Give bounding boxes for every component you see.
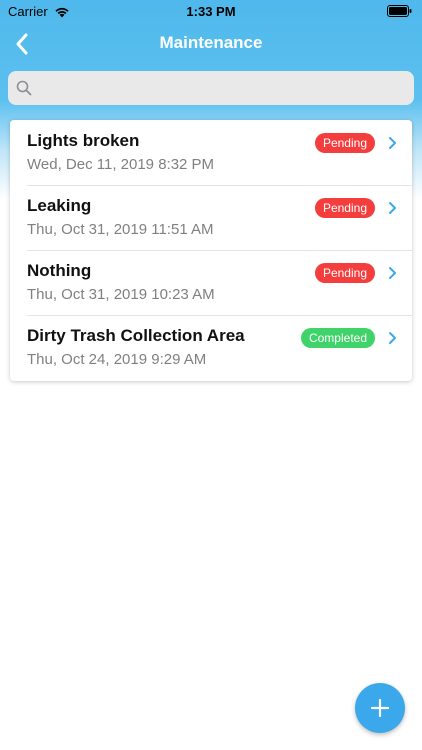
request-date: Thu, Oct 31, 2019 10:23 AM: [27, 286, 215, 303]
status-badge: Pending: [314, 133, 375, 153]
list-item[interactable]: Leaking Thu, Oct 31, 2019 11:51 AM Pendi…: [10, 185, 412, 250]
search-input[interactable]: [38, 71, 414, 105]
status-badge: Pending: [314, 198, 375, 218]
request-title: Lights broken: [27, 131, 140, 150]
chevron-right-icon: [389, 137, 396, 149]
battery-icon: [387, 5, 412, 17]
request-date: Thu, Oct 31, 2019 11:51 AM: [27, 221, 214, 238]
chevron-right-icon: [389, 332, 396, 344]
search-field[interactable]: [8, 71, 414, 105]
request-date: Thu, Oct 24, 2019 9:29 AM: [27, 351, 207, 368]
status-badge: Pending: [314, 263, 375, 283]
status-bar: Carrier 1:33 PM: [0, 0, 422, 22]
search-bar: [8, 71, 414, 105]
request-date: Wed, Dec 11, 2019 8:32 PM: [27, 156, 215, 173]
page-title: Maintenance: [159, 33, 263, 52]
request-title: Leaking: [27, 196, 92, 215]
request-title: Nothing: [27, 261, 92, 280]
add-request-button[interactable]: [355, 683, 405, 733]
list-item[interactable]: Lights broken Wed, Dec 11, 2019 8:32 PM …: [10, 120, 412, 185]
list-item[interactable]: Dirty Trash Collection Area Thu, Oct 24,…: [10, 315, 412, 380]
chevron-right-icon: [389, 202, 396, 214]
request-title: Dirty Trash Collection Area: [27, 326, 245, 345]
list-item[interactable]: Nothing Thu, Oct 31, 2019 10:23 AM Pendi…: [10, 250, 412, 315]
navigation-bar: Maintenance: [0, 22, 422, 66]
search-icon: [16, 80, 32, 96]
status-time: 1:33 PM: [186, 4, 236, 19]
chevron-right-icon: [389, 267, 396, 279]
status-badge: Completed: [300, 328, 375, 348]
maintenance-request-list: Lights broken Wed, Dec 11, 2019 8:32 PM …: [10, 120, 412, 381]
plus-icon: [370, 698, 390, 718]
